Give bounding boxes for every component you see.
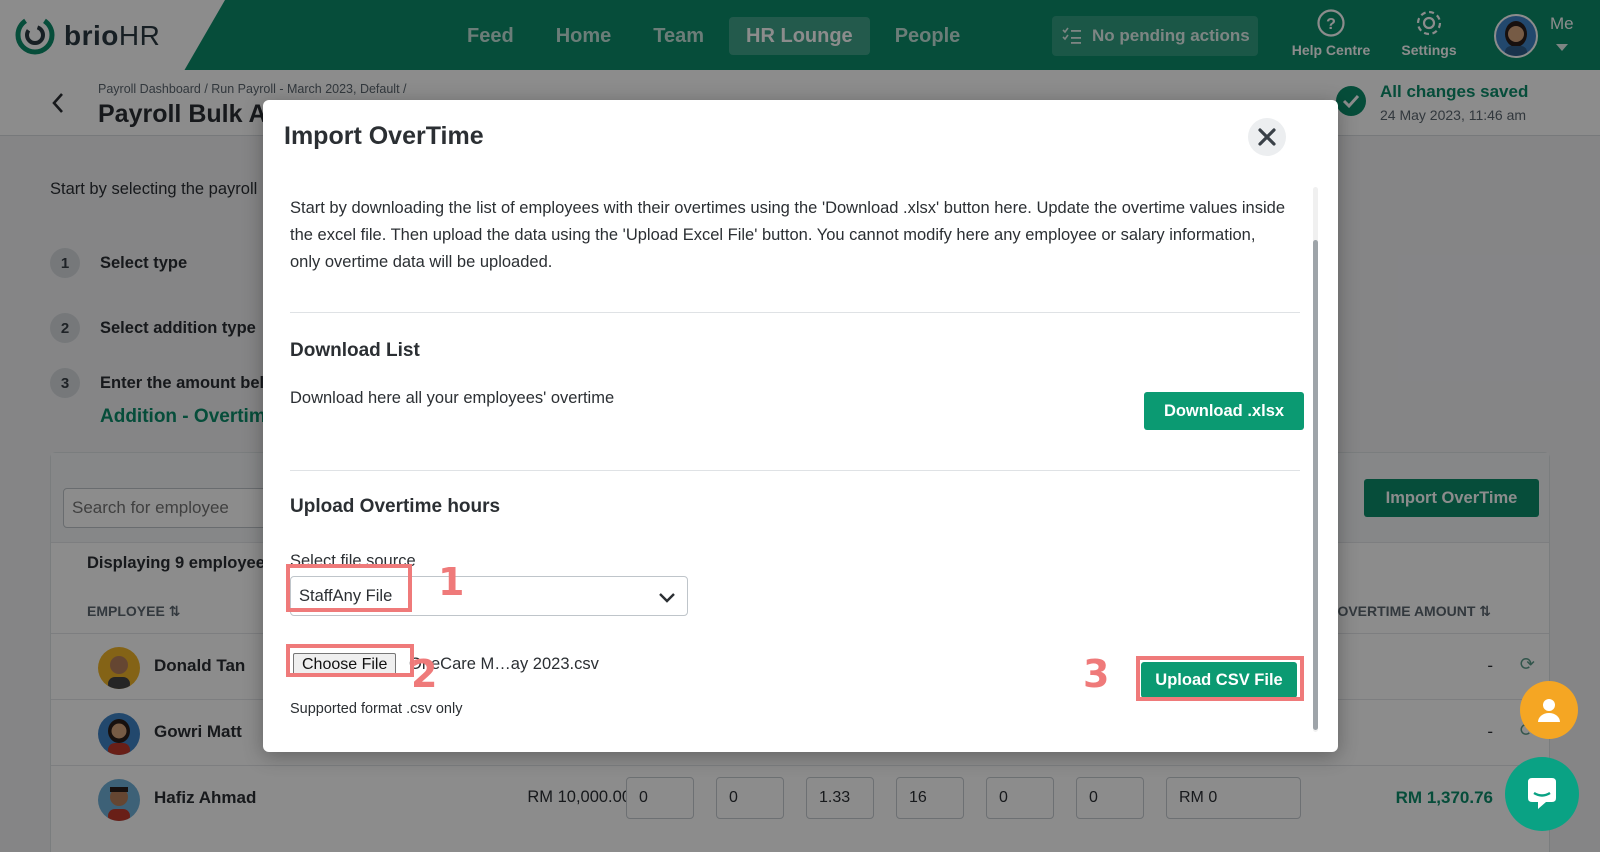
- chat-fab-button[interactable]: [1505, 757, 1579, 831]
- download-section-title: Download List: [290, 340, 420, 361]
- annotation-number-2: 2: [411, 652, 438, 696]
- annotation-box-3: [1136, 656, 1304, 701]
- chevron-down-icon: [659, 593, 675, 603]
- annotation-box-1: [286, 564, 412, 612]
- annotation-box-2: [286, 644, 414, 677]
- scrollbar-thumb[interactable]: [1313, 240, 1318, 730]
- divider: [290, 312, 1300, 313]
- person-icon: [1538, 699, 1560, 722]
- file-format-hint: Supported format .csv only: [290, 701, 463, 717]
- chat-icon: [1528, 778, 1556, 809]
- import-overtime-modal: Import OverTime Start by downloading the…: [263, 100, 1338, 752]
- upload-section-title: Upload Overtime hours: [290, 496, 501, 517]
- divider: [290, 470, 1300, 471]
- profile-fab-button[interactable]: [1520, 681, 1578, 739]
- download-section-text: Download here all your employees' overti…: [290, 389, 615, 407]
- annotation-number-3: 3: [1083, 652, 1110, 696]
- modal-description: Start by downloading the list of employe…: [290, 199, 1285, 271]
- selected-file-name: OneCare M…ay 2023.csv: [409, 655, 599, 673]
- modal-title: Import OverTime: [284, 122, 484, 150]
- download-xlsx-button[interactable]: Download .xlsx: [1144, 392, 1304, 430]
- close-icon: [1258, 128, 1276, 146]
- modal-body: Start by downloading the list of employe…: [290, 195, 1300, 276]
- annotation-number-1: 1: [438, 560, 465, 604]
- close-button[interactable]: [1248, 118, 1286, 156]
